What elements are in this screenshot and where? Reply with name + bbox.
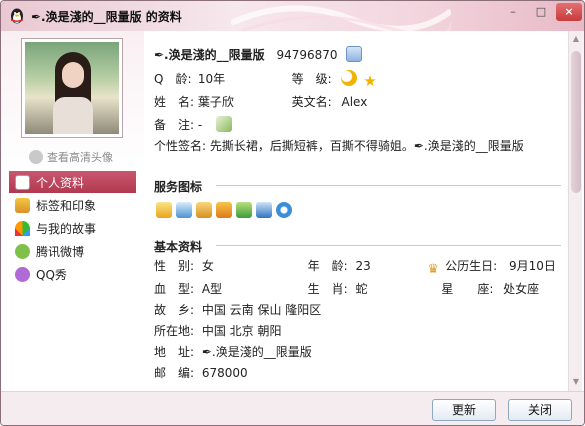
sidebar-item-weibo[interactable]: 腾讯微博 bbox=[9, 240, 136, 262]
postcode-label: 邮 编: bbox=[154, 366, 195, 380]
view-hd-avatar-link[interactable]: 查看高清头像 bbox=[29, 149, 113, 165]
security-shield-icon[interactable] bbox=[236, 202, 252, 218]
crown-icon: ♛ bbox=[427, 262, 439, 277]
nickname: ✒.涣是淺的__限量版 bbox=[154, 48, 265, 62]
level-label: 等 级: bbox=[291, 72, 332, 86]
sidebar-nav: 个人资料 标签和印象 与我的故事 腾讯微博 QQ秀 bbox=[9, 171, 136, 286]
location-label: 所在地: bbox=[154, 324, 195, 338]
name-row: 姓 名: 葉子欣 英文名: Alex bbox=[154, 93, 367, 110]
view-hd-avatar-label: 查看高清头像 bbox=[47, 151, 113, 164]
profile-window: ✒.涣是淺的__限量版 的资料 – □ × 查看高清头像 个人资料 标签和印象 bbox=[0, 0, 585, 426]
footer-bar bbox=[1, 391, 584, 425]
camera-icon bbox=[29, 150, 43, 164]
scroll-up-arrow-icon[interactable]: ▲ bbox=[571, 34, 581, 44]
age-label: Q 龄: bbox=[154, 72, 192, 86]
edit-remark-icon[interactable] bbox=[216, 116, 232, 132]
location-row: 所在地: 中国 北京 朝阳 bbox=[154, 322, 281, 339]
address-row: 地 址: ✒.涣是淺的__限量版 bbox=[154, 343, 312, 360]
weibo-icon bbox=[15, 243, 30, 259]
title-bar[interactable]: ✒.涣是淺的__限量版 的资料 – □ × bbox=[1, 1, 584, 37]
rainbow-icon bbox=[15, 220, 30, 236]
sidebar-item-story[interactable]: 与我的故事 bbox=[9, 217, 136, 239]
remark-value: - bbox=[197, 118, 203, 132]
birthday-value: 9月10日 bbox=[509, 259, 556, 273]
close-button[interactable]: 关闭 bbox=[508, 399, 572, 421]
scroll-down-arrow-icon[interactable]: ▼ bbox=[571, 377, 581, 387]
avatar-photo bbox=[25, 42, 119, 134]
age-value: 23 bbox=[355, 259, 371, 273]
zodiac-label: 生 肖: bbox=[307, 282, 348, 296]
gender-label: 性 别: bbox=[154, 259, 195, 273]
minimize-button[interactable]: – bbox=[500, 3, 526, 21]
remark-row: 备 注: - bbox=[154, 116, 232, 133]
maximize-button[interactable]: □ bbox=[528, 3, 554, 21]
basic-info-heading: 基本资料 bbox=[154, 240, 203, 254]
contact-card-icon[interactable] bbox=[346, 46, 363, 62]
qzone-icon[interactable] bbox=[176, 202, 192, 218]
birthday-label: 公历生日: bbox=[445, 259, 498, 273]
zodiac-value: 蛇 bbox=[355, 282, 368, 296]
remark-label: 备 注: bbox=[154, 118, 195, 132]
sidebar-item-label: 腾讯微博 bbox=[36, 244, 85, 259]
tag-icon bbox=[15, 197, 30, 213]
sidebar-item-tags[interactable]: 标签和印象 bbox=[9, 194, 136, 216]
moon-level-icon bbox=[341, 70, 358, 86]
sidebar-item-label: 与我的故事 bbox=[36, 221, 97, 236]
yellow-diamond-icon[interactable] bbox=[196, 202, 212, 218]
sidebar-item-qq-show[interactable]: QQ秀 bbox=[9, 263, 136, 285]
gender-value: 女 bbox=[201, 259, 214, 273]
age-row: Q 龄: 10年 等 级: ★ bbox=[154, 70, 379, 89]
hometown-label: 故 乡: bbox=[154, 303, 195, 317]
blood-row: 血 型: A型 生 肖: 蛇 星 座: 处女座 bbox=[154, 280, 539, 297]
signature-value: 先撕长裙，后撕短裤，百撕不得骑姐。✒.涣是淺的__限量版 bbox=[209, 139, 524, 153]
globe-service-icon[interactable] bbox=[276, 202, 292, 218]
qq-show-icon bbox=[15, 266, 30, 282]
english-name-value: Alex bbox=[341, 95, 368, 109]
address-label: 地 址: bbox=[154, 345, 195, 359]
gender-row: 性 别: 女 年 龄: 23 ♛ 公历生日: 9月10日 bbox=[154, 257, 556, 278]
scroll-thumb[interactable] bbox=[571, 51, 581, 193]
signature-row: 个性签名: 先撕长裙，后撕短裤，百撕不得骑姐。✒.涣是淺的__限量版 bbox=[154, 137, 524, 154]
constellation-label: 星 座: bbox=[441, 282, 494, 296]
window-title: ✒.涣是淺的__限量版 的资料 bbox=[31, 10, 182, 24]
name-value: 葉子欣 bbox=[197, 95, 234, 109]
camera-service-icon[interactable] bbox=[256, 202, 272, 218]
sidebar-item-label: 个人资料 bbox=[36, 175, 85, 190]
sidebar-item-profile[interactable]: 个人资料 bbox=[9, 171, 136, 193]
nickname-row: ✒.涣是淺的__限量版 94796870 bbox=[154, 46, 363, 63]
location-value: 中国 北京 朝阳 bbox=[201, 324, 282, 338]
profile-card-icon bbox=[15, 174, 30, 190]
signature-label: 个性签名: bbox=[154, 139, 207, 153]
blood-type-value: A型 bbox=[201, 282, 223, 296]
address-value: ✒.涣是淺的__限量版 bbox=[201, 345, 312, 359]
constellation-value: 处女座 bbox=[503, 282, 540, 296]
age-label: 年 龄: bbox=[307, 259, 348, 273]
name-label: 姓 名: bbox=[154, 95, 195, 109]
hometown-row: 故 乡: 中国 云南 保山 隆阳区 bbox=[154, 301, 321, 318]
service-icons-row bbox=[156, 202, 292, 218]
qq-number: 94796870 bbox=[276, 48, 338, 62]
hometown-value: 中国 云南 保山 隆阳区 bbox=[201, 303, 322, 317]
qq-penguin-icon bbox=[11, 8, 23, 24]
divider bbox=[216, 245, 561, 246]
sidebar-item-label: 标签和印象 bbox=[36, 198, 97, 213]
qq-member-star-icon[interactable] bbox=[156, 202, 172, 218]
postcode-row: 邮 编: 678000 bbox=[154, 364, 248, 381]
age-value: 10年 bbox=[197, 72, 226, 86]
close-window-button[interactable]: × bbox=[556, 3, 582, 21]
sidebar-item-label: QQ秀 bbox=[36, 267, 67, 282]
blood-type-label: 血 型: bbox=[154, 282, 195, 296]
avatar[interactable] bbox=[21, 38, 123, 138]
divider bbox=[216, 185, 561, 186]
shield-icon[interactable] bbox=[216, 202, 232, 218]
service-icons-heading: 服务图标 bbox=[154, 180, 203, 194]
english-name-label: 英文名: bbox=[291, 95, 332, 109]
vertical-scrollbar[interactable]: ▲ ▼ bbox=[568, 31, 582, 391]
postcode-value: 678000 bbox=[201, 366, 248, 380]
refresh-button[interactable]: 更新 bbox=[432, 399, 496, 421]
star-level-icon: ★ bbox=[363, 72, 377, 90]
